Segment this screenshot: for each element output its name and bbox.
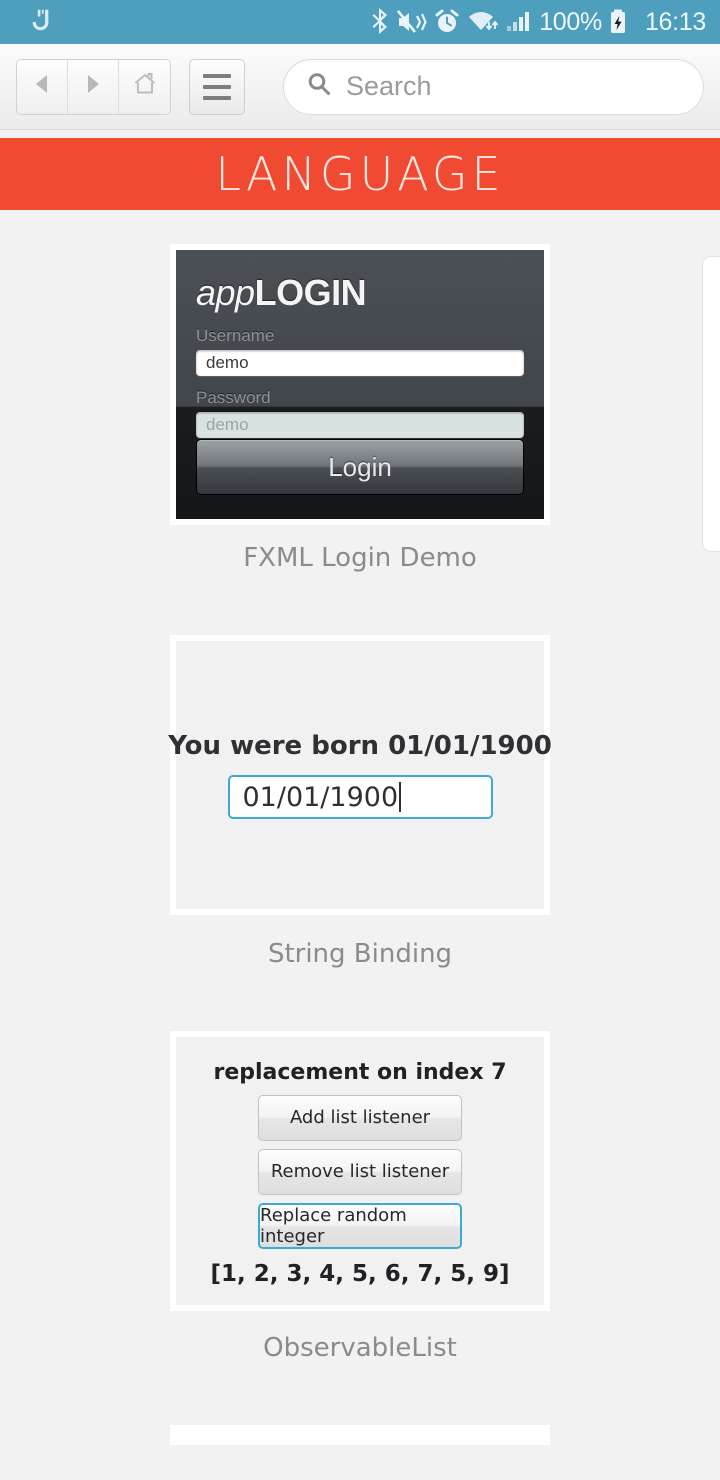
- back-arrow-icon: [31, 72, 53, 101]
- page-scrollbar-thumb[interactable]: [702, 256, 720, 552]
- page-title: LANGUAGE: [215, 147, 505, 201]
- battery-charging-icon: [609, 8, 627, 36]
- language-banner: LANGUAGE: [0, 138, 720, 210]
- home-button[interactable]: [119, 59, 170, 114]
- search-input[interactable]: Search: [283, 58, 704, 115]
- sample-card[interactable]: [170, 1425, 550, 1445]
- clock-label: 16:13: [644, 7, 706, 36]
- sample-caption: ObservableList: [263, 1333, 457, 1363]
- login-logo: appLOGIN: [196, 272, 524, 314]
- string-binding-preview: You were born 01/01/1900 01/01/1900: [168, 641, 552, 909]
- app-logo-icon: [26, 7, 56, 37]
- battery-percent-label: 100%: [539, 7, 602, 36]
- login-logo-app: app: [196, 272, 255, 313]
- text-caret: [399, 782, 402, 812]
- login-preview: appLOGIN Username demo Password demo Log…: [176, 250, 544, 519]
- password-label: Password: [196, 388, 271, 407]
- login-button[interactable]: Login: [196, 439, 524, 495]
- add-list-listener-button[interactable]: Add list listener: [258, 1094, 462, 1141]
- hamburger-menu-icon-line2: [203, 84, 231, 89]
- born-label: You were born 01/01/1900: [168, 731, 552, 761]
- sample-observable-list[interactable]: replacement on index 7 Add list listener…: [0, 969, 720, 1363]
- menu-button[interactable]: [189, 58, 245, 115]
- sample-caption: String Binding: [267, 939, 453, 969]
- login-logo-login: LOGIN: [254, 272, 367, 313]
- date-input[interactable]: 01/01/1900: [227, 775, 493, 819]
- hamburger-menu-icon-line3: [203, 95, 231, 100]
- observable-list-preview: replacement on index 7 Add list listener…: [176, 1037, 544, 1305]
- cellular-signal-icon: [506, 8, 532, 36]
- list-values-label: [1, 2, 3, 4, 5, 6, 7, 5, 9]: [210, 1260, 510, 1287]
- home-icon: [132, 71, 158, 102]
- samples-scroll-area[interactable]: appLOGIN Username demo Password demo Log…: [0, 210, 720, 1476]
- sample-card[interactable]: You were born 01/01/1900 01/01/1900: [168, 635, 552, 915]
- replace-random-integer-button[interactable]: Replace random integer: [258, 1202, 462, 1249]
- replacement-status-label: replacement on index 7: [213, 1059, 507, 1085]
- navigation-button-group: [16, 58, 171, 115]
- bluetooth-icon: [370, 8, 390, 36]
- android-status-bar: 100% 16:13: [0, 0, 720, 44]
- mute-vibrate-icon: [397, 8, 427, 36]
- forward-arrow-icon: [82, 72, 104, 101]
- sample-caption: FXML Login Demo: [243, 543, 477, 573]
- username-label: Username: [196, 326, 275, 345]
- password-field[interactable]: demo: [196, 412, 524, 438]
- forward-button[interactable]: [68, 59, 119, 114]
- sample-fxml-login-demo[interactable]: appLOGIN Username demo Password demo Log…: [0, 210, 720, 573]
- sample-string-binding[interactable]: You were born 01/01/1900 01/01/1900 Stri…: [0, 573, 720, 969]
- browser-toolbar: Search: [0, 44, 720, 130]
- sample-card[interactable]: appLOGIN Username demo Password demo Log…: [170, 244, 550, 525]
- sample-next-partial[interactable]: [0, 1363, 720, 1445]
- wifi-icon: [467, 8, 499, 36]
- username-field[interactable]: demo: [196, 350, 524, 376]
- hamburger-menu-icon: [203, 73, 231, 78]
- search-icon: [306, 71, 332, 102]
- status-icons-group: 100% 16:13: [370, 8, 706, 36]
- search-placeholder: Search: [346, 71, 432, 101]
- back-button[interactable]: [17, 59, 68, 114]
- login-button-wrap: Login: [196, 439, 524, 495]
- alarm-clock-icon: [434, 8, 460, 36]
- remove-list-listener-button[interactable]: Remove list listener: [258, 1148, 462, 1195]
- sample-card[interactable]: replacement on index 7 Add list listener…: [170, 1031, 550, 1311]
- date-input-value: 01/01/1900: [242, 781, 399, 813]
